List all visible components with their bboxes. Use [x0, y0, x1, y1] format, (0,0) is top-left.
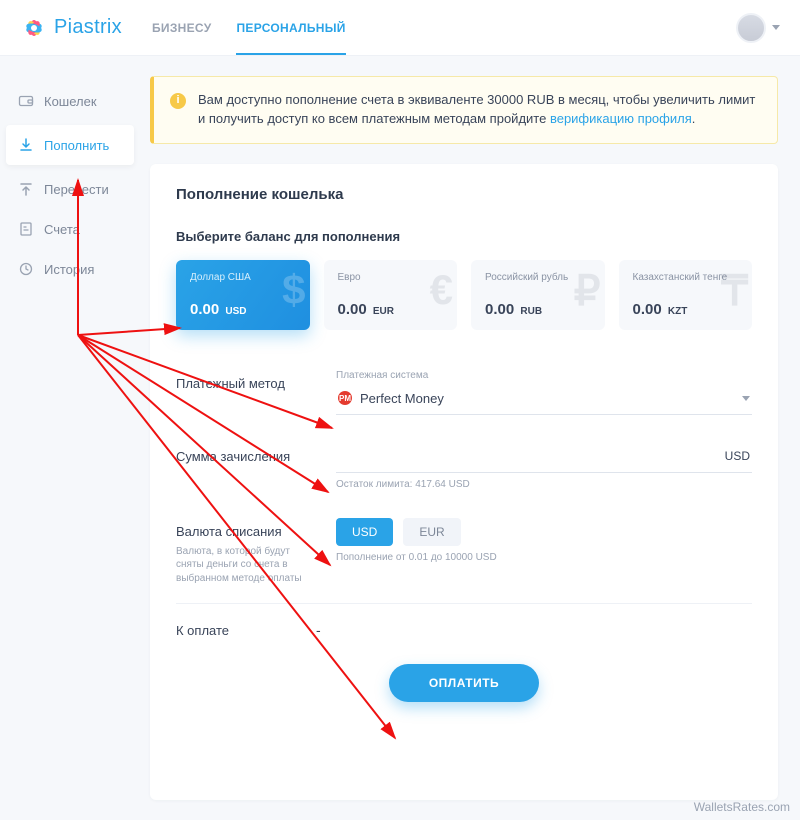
content: i Вам доступно пополнение счета в эквива…: [140, 56, 800, 820]
row-amount: Сумма зачисления USD Остаток лимита: 417…: [176, 443, 752, 490]
currency-glyph: ₽: [574, 266, 601, 315]
sidebar: Кошелек Пополнить Перевести Счета Истори…: [0, 56, 140, 820]
sidebar-item-label: История: [44, 262, 94, 277]
verification-link[interactable]: верификацию профиля: [550, 111, 692, 126]
watermark: WalletsRates.com: [694, 800, 790, 814]
chip-eur[interactable]: EUR: [403, 518, 460, 546]
amount-input[interactable]: [338, 449, 725, 464]
currency-glyph: €: [430, 266, 453, 314]
page-title: Пополнение кошелька: [176, 186, 752, 203]
debit-currency-range: Пополнение от 0.01 до 10000 USD: [336, 552, 752, 563]
balance-selector: $ Доллар США 0.00 USD € Евро 0.00 EUR ₽ …: [176, 260, 752, 330]
wallet-icon: [18, 93, 34, 109]
sidebar-item-topup[interactable]: Пополнить: [6, 125, 134, 165]
balance-rub[interactable]: ₽ Российский рубль 0.00 RUB: [471, 260, 605, 330]
debit-currency-hint: Валюта, в которой будут сняты деньги со …: [176, 545, 316, 586]
tab-personal[interactable]: ПЕРСОНАЛЬНЫЙ: [236, 1, 345, 55]
topup-card: Пополнение кошелька Выберите баланс для …: [150, 164, 778, 800]
debit-currency-label: Валюта списания: [176, 524, 282, 539]
row-total: К оплате -: [176, 622, 752, 638]
header-tabs: БИЗНЕСУ ПЕРСОНАЛЬНЫЙ: [152, 1, 346, 55]
currency-glyph: ₸: [721, 266, 748, 315]
balance-eur[interactable]: € Евро 0.00 EUR: [324, 260, 458, 330]
download-icon: [18, 137, 34, 153]
sidebar-item-invoices[interactable]: Счета: [0, 209, 140, 249]
chevron-down-icon: [742, 396, 750, 401]
row-debit-currency: Валюта списания Валюта, в которой будут …: [176, 518, 752, 586]
payment-method-value: Perfect Money: [360, 391, 444, 406]
logo-text: Piastrix: [54, 16, 122, 39]
amount-input-wrap: USD: [336, 443, 752, 473]
balances-label: Выберите баланс для пополнения: [176, 229, 752, 244]
method-field-label: Платежная система: [336, 370, 752, 381]
sidebar-item-wallet[interactable]: Кошелек: [0, 81, 140, 121]
chip-usd[interactable]: USD: [336, 518, 393, 546]
balance-usd[interactable]: $ Доллар США 0.00 USD: [176, 260, 310, 330]
history-icon: [18, 261, 34, 277]
method-label: Платежный метод: [176, 370, 316, 391]
perfect-money-icon: PM: [338, 391, 352, 405]
balance-name: Евро: [338, 272, 444, 283]
upload-icon: [18, 181, 34, 197]
sidebar-item-label: Пополнить: [44, 138, 109, 153]
sidebar-item-label: Кошелек: [44, 94, 97, 109]
payment-method-select[interactable]: PM Perfect Money: [336, 385, 752, 415]
header: Piastrix БИЗНЕСУ ПЕРСОНАЛЬНЫЙ: [0, 0, 800, 56]
debit-currency-chips: USD EUR: [336, 518, 752, 546]
account-menu[interactable]: [736, 13, 780, 43]
info-icon: i: [170, 93, 186, 109]
avatar: [736, 13, 766, 43]
amount-label: Сумма зачисления: [176, 443, 316, 464]
tab-business[interactable]: БИЗНЕСУ: [152, 1, 212, 55]
amount-limit: Остаток лимита: 417.64 USD: [336, 479, 752, 490]
balance-kzt[interactable]: ₸ Казахстанский тенге 0.00 KZT: [619, 260, 753, 330]
total-value: -: [316, 622, 321, 638]
sidebar-item-label: Счета: [44, 222, 80, 237]
row-payment-method: Платежный метод Платежная система PM Per…: [176, 370, 752, 415]
pay-button[interactable]: ОПЛАТИТЬ: [389, 664, 539, 702]
logo-flower-icon: [20, 14, 48, 42]
total-label: К оплате: [176, 623, 316, 638]
sidebar-item-history[interactable]: История: [0, 249, 140, 289]
amount-suffix: USD: [725, 449, 750, 463]
divider: [176, 603, 752, 604]
logo: Piastrix: [20, 14, 122, 42]
balance-name: Доллар США: [190, 272, 296, 283]
limit-notice: i Вам доступно пополнение счета в эквива…: [150, 76, 778, 144]
sidebar-item-label: Перевести: [44, 182, 109, 197]
chevron-down-icon: [772, 25, 780, 30]
invoice-icon: [18, 221, 34, 237]
sidebar-item-transfer[interactable]: Перевести: [0, 169, 140, 209]
currency-glyph: $: [282, 266, 305, 314]
